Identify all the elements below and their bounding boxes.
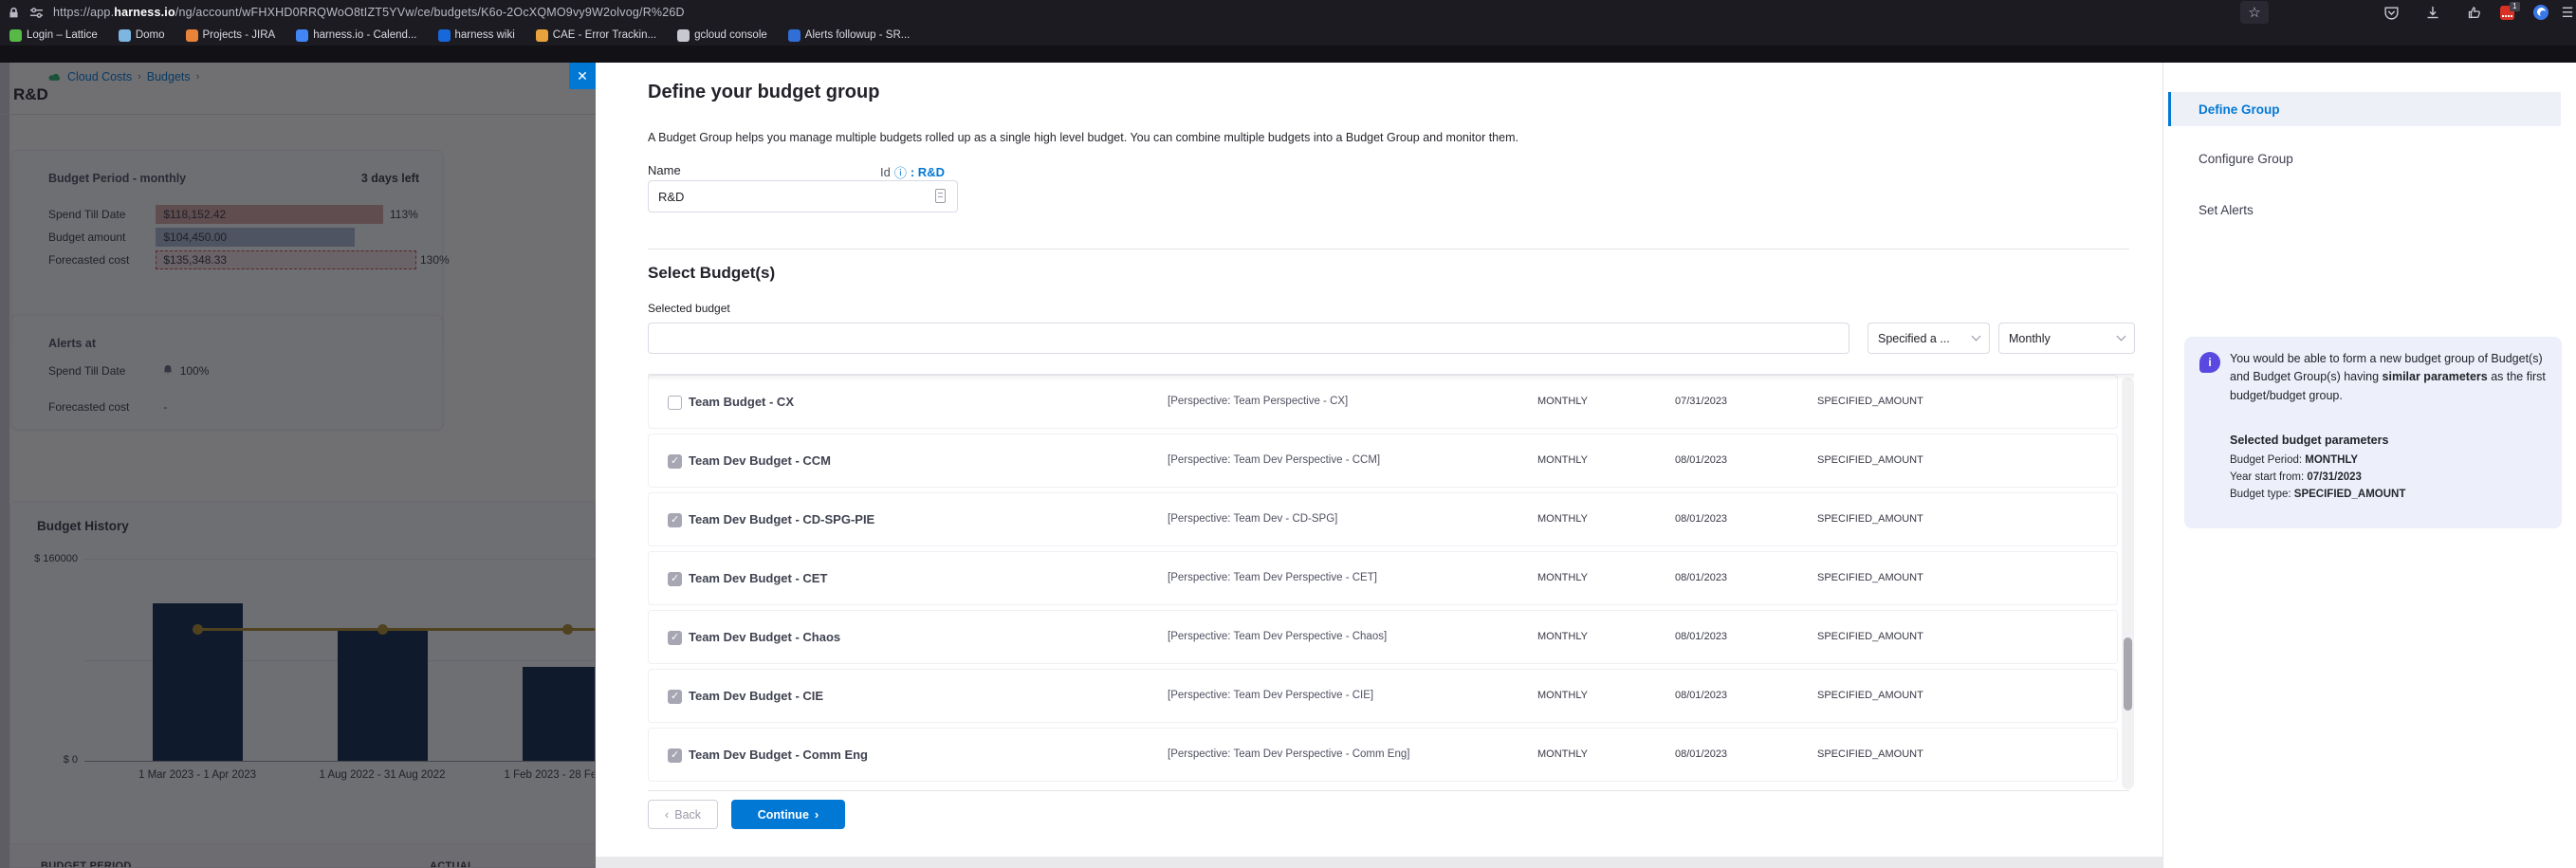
lock-icon[interactable] <box>8 7 20 19</box>
wizard-steps-rail: Define Group Configure Group Set Alerts … <box>2162 63 2576 868</box>
budget-checkbox[interactable] <box>668 572 682 586</box>
bookmark-item[interactable]: gcloud console <box>677 29 767 42</box>
chevron-left-icon: ‹ <box>665 807 669 822</box>
budget-checkbox[interactable] <box>668 631 682 645</box>
divider <box>648 790 2129 791</box>
modal-subtitle: A Budget Group helps you manage multiple… <box>648 131 1518 144</box>
chevron-right-icon: › <box>815 807 819 822</box>
chevron-down-icon <box>1972 332 1981 342</box>
step-set-alerts[interactable]: Set Alerts <box>2199 203 2254 217</box>
budget-row[interactable]: Team Dev Budget - CIE[Perspective: Team … <box>648 669 2118 723</box>
info-text: You would be able to form a new budget g… <box>2230 350 2547 405</box>
password-manager-extension-icon[interactable]: 1 <box>2494 1 2519 24</box>
continue-button[interactable]: Continue› <box>731 800 845 829</box>
extension-badge: 1 <box>2510 2 2519 11</box>
back-button[interactable]: ‹Back <box>648 800 718 829</box>
bookmark-item[interactable]: harness wiki <box>438 29 515 42</box>
modal-bottom-strip <box>596 857 2162 868</box>
param-budget-period: Budget Period: MONTHLY <box>2230 454 2358 466</box>
budget-checkbox[interactable] <box>668 454 682 469</box>
scrollbar-thumb[interactable] <box>2124 637 2132 711</box>
period-dropdown[interactable]: Monthly <box>1998 323 2135 354</box>
url-text[interactable]: https://app.harness.io/ng/account/wFHXHD… <box>53 6 685 19</box>
budget-checkbox[interactable] <box>668 513 682 527</box>
close-icon[interactable]: ✕ <box>569 63 596 89</box>
bookmark-favicon <box>119 29 131 42</box>
budget-row[interactable]: Team Dev Budget - CET[Perspective: Team … <box>648 551 2118 605</box>
list-scrollbar[interactable] <box>2122 378 2134 789</box>
name-input[interactable] <box>648 180 958 212</box>
chevron-down-icon <box>2117 332 2126 342</box>
selected-budget-input[interactable] <box>648 323 1849 354</box>
modal-title: Define your budget group <box>648 82 879 103</box>
screen: https://app.harness.io/ng/account/wFHXHD… <box>0 0 2576 868</box>
extension-thumb-icon[interactable] <box>2462 1 2487 24</box>
budget-group-modal: Define your budget group A Budget Group … <box>596 63 2576 868</box>
param-budget-type: Budget type: SPECIFIED_AMOUNT <box>2230 489 2405 500</box>
id-info-icon[interactable]: ⓘ <box>894 163 907 181</box>
downloads-icon[interactable] <box>2420 1 2445 24</box>
menu-hamburger-icon[interactable]: ☰ <box>2559 1 2576 24</box>
url-bar[interactable]: https://app.harness.io/ng/account/wFHXHD… <box>0 0 2576 25</box>
modal-main: Define your budget group A Budget Group … <box>596 63 2162 868</box>
bookmark-favicon <box>438 29 451 42</box>
bookmark-item[interactable]: Alerts followup - SR... <box>788 29 911 42</box>
budget-row[interactable]: Team Dev Budget - Chaos[Perspective: Tea… <box>648 610 2118 664</box>
bookmark-favicon <box>788 29 800 42</box>
step-configure-group[interactable]: Configure Group <box>2199 152 2293 166</box>
bookmark-favicon <box>536 29 548 42</box>
bookmark-favicon <box>677 29 690 42</box>
bookmark-favicon <box>186 29 198 42</box>
bookmark-item[interactable]: Login – Lattice <box>9 29 98 42</box>
name-label: Name <box>648 163 681 177</box>
info-panel: i You would be able to form a new budget… <box>2184 337 2562 528</box>
id-value: : R&D <box>911 165 945 179</box>
step-define-group[interactable]: Define Group <box>2168 92 2561 126</box>
selected-budget-label: Selected budget <box>648 302 730 315</box>
id-row: Id ⓘ : R&D <box>880 163 945 181</box>
pocket-icon[interactable] <box>2379 1 2403 24</box>
budget-row[interactable]: Team Budget - CX[Perspective: Team Persp… <box>648 375 2118 429</box>
permissions-sliders-icon[interactable] <box>29 7 44 19</box>
budget-checkbox[interactable] <box>668 690 682 704</box>
text-field-icon <box>935 189 946 203</box>
bookmark-item[interactable]: Projects - JIRA <box>186 29 276 42</box>
budget-type-dropdown[interactable]: Specified a ... <box>1868 323 1990 354</box>
bookmark-item[interactable]: harness.io - Calend... <box>296 29 416 42</box>
budget-checkbox[interactable] <box>668 748 682 763</box>
budget-row[interactable]: Team Dev Budget - Comm Eng[Perspective: … <box>648 728 2118 782</box>
bookmark-item[interactable]: CAE - Error Trackin... <box>536 29 656 42</box>
profile-avatar-icon[interactable] <box>2529 1 2553 24</box>
bookmarks-bar: Login – Lattice Domo Projects - JIRA har… <box>0 25 2576 46</box>
bookmark-favicon <box>296 29 308 42</box>
budget-checkbox[interactable] <box>668 396 682 410</box>
budget-row[interactable]: Team Dev Budget - CD-SPG-PIE[Perspective… <box>648 492 2118 546</box>
bookmark-item[interactable]: Domo <box>119 29 165 42</box>
bookmark-favicon <box>9 29 22 42</box>
param-year-start: Year start from: 07/31/2023 <box>2230 471 2362 483</box>
budget-list: Team Budget - CX[Perspective: Team Persp… <box>648 374 2134 792</box>
select-budgets-heading: Select Budget(s) <box>648 264 775 283</box>
browser-chrome: https://app.harness.io/ng/account/wFHXHD… <box>0 0 2576 46</box>
selected-parameters-heading: Selected budget parameters <box>2230 434 2388 447</box>
bookmark-star-icon[interactable]: ☆ <box>2240 1 2269 24</box>
info-bubble-icon: i <box>2199 352 2220 373</box>
budget-row[interactable]: Team Dev Budget - CCM[Perspective: Team … <box>648 434 2118 488</box>
